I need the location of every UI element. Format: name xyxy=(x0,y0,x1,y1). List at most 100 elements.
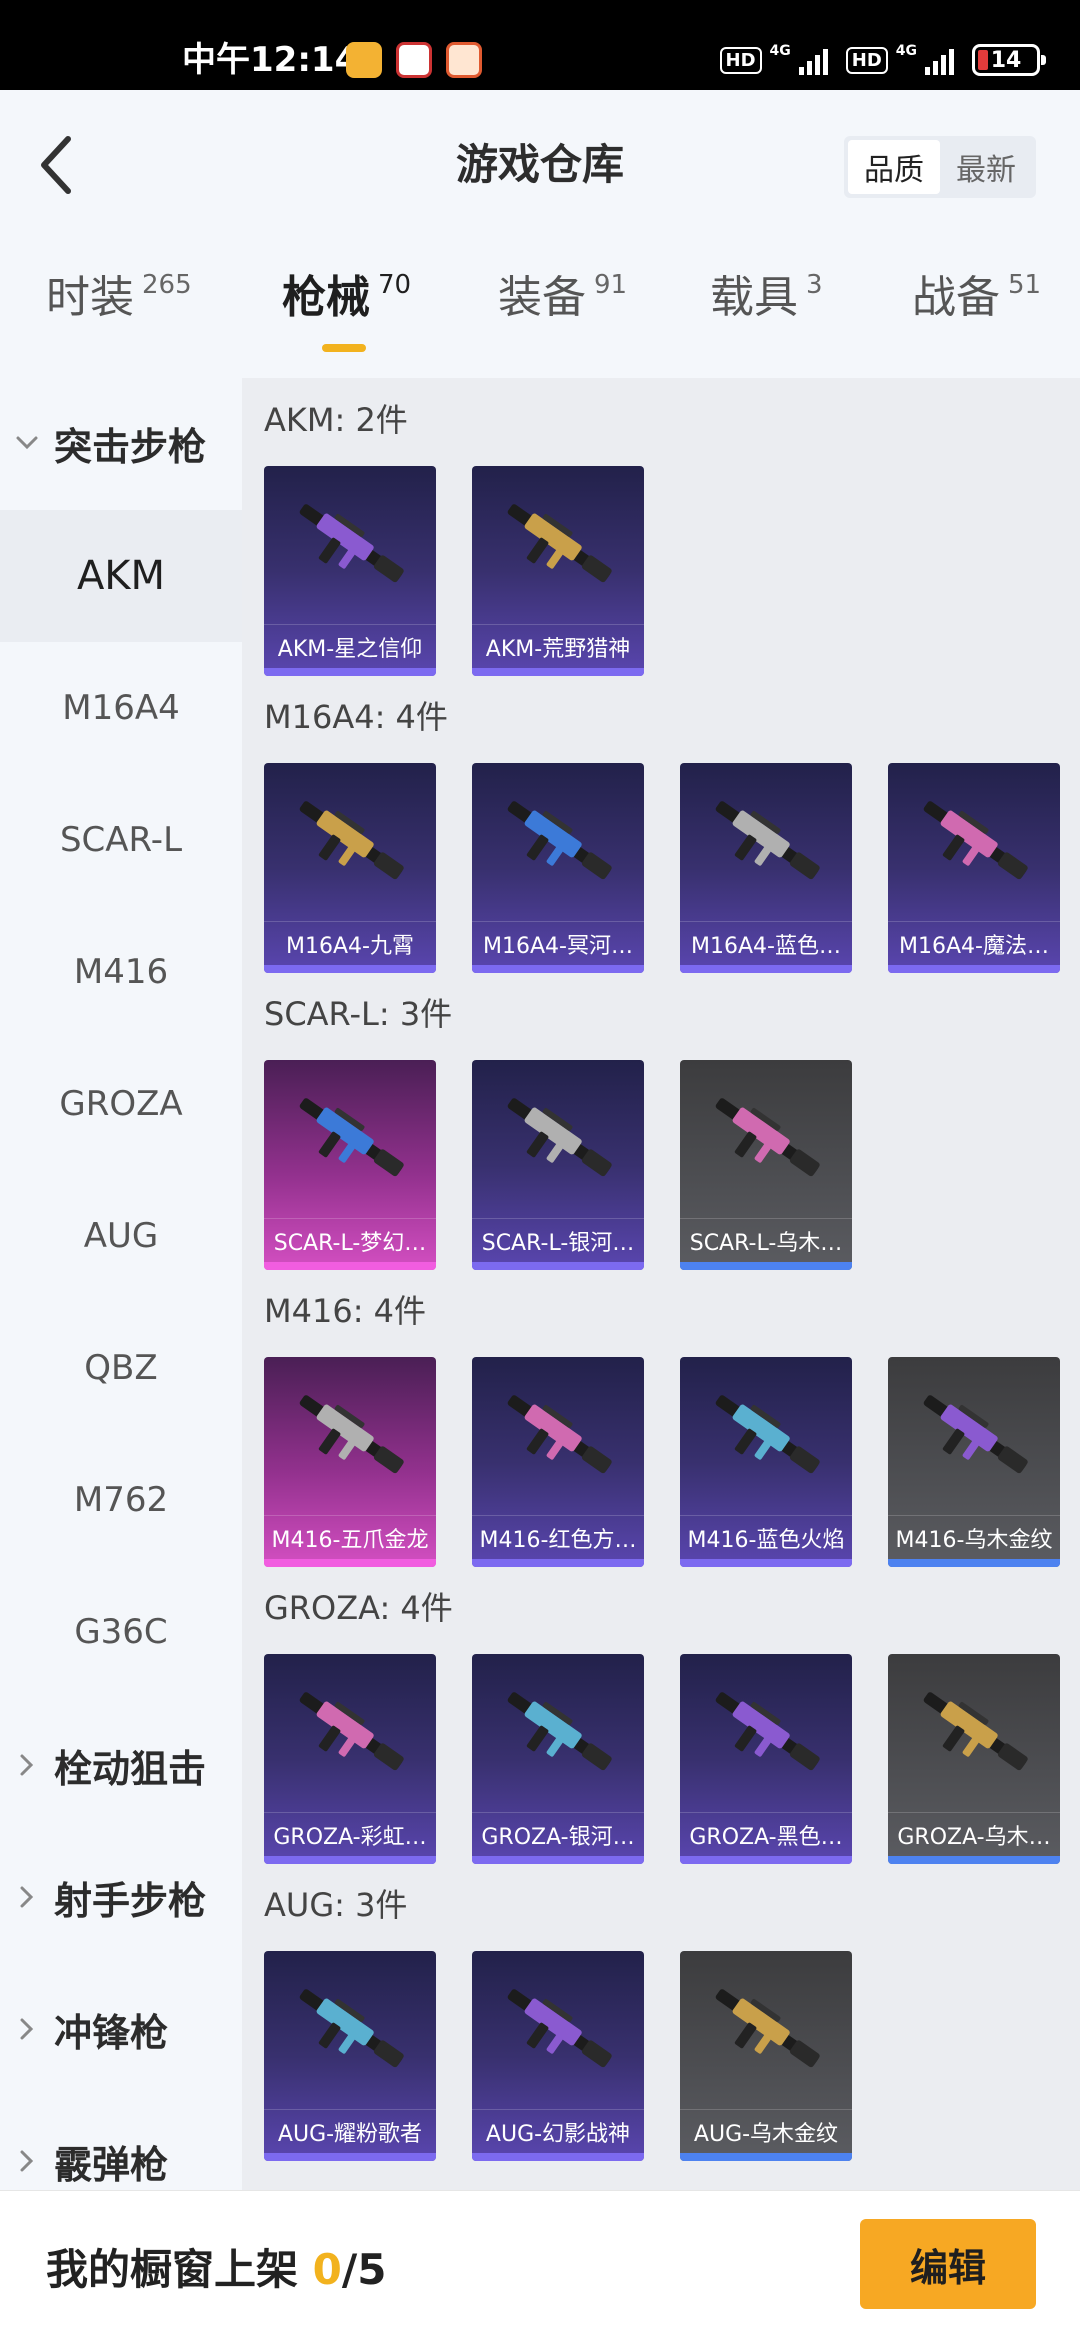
weapon-skin-card[interactable]: M416-蓝色火焰 xyxy=(680,1357,852,1567)
rarity-bar xyxy=(888,965,1060,973)
rarity-bar xyxy=(472,1856,644,1864)
sidebar-group-assault-rifle[interactable]: 突击步枪 xyxy=(0,378,242,508)
sidebar-item-g36c[interactable]: G36C xyxy=(0,1566,242,1698)
sidebar-group-bolt-sniper[interactable]: 栓动狙击 xyxy=(0,1700,242,1830)
weapon-skin-card[interactable]: GROZA-彩虹… xyxy=(264,1654,436,1864)
weapon-skin-name: AKM-星之信仰 xyxy=(277,637,423,662)
weapon-skin-name: SCAR-L-乌木… xyxy=(689,1231,843,1256)
weapon-skin-name: M416-乌木金纹 xyxy=(895,1528,1053,1553)
tab-count: 91 xyxy=(594,270,628,300)
sidebar-item-akm[interactable]: AKM xyxy=(0,510,242,642)
gun-icon xyxy=(715,1989,820,2068)
tab-fashion[interactable]: 时装 265 xyxy=(46,270,192,360)
tab-label: 载具 xyxy=(710,272,798,323)
tab-supplies[interactable]: 战备 51 xyxy=(912,270,1041,360)
sort-newest-button[interactable]: 最新 xyxy=(940,140,1032,194)
showcase-separator: / xyxy=(341,2245,358,2294)
sidebar-item-groza[interactable]: GROZA xyxy=(0,1038,242,1170)
showcase-bar: 我的橱窗上架 0/5 编辑 xyxy=(0,2190,1080,2340)
section-title: M416: 4件 xyxy=(264,1292,427,1330)
weapon-skin-card[interactable]: M16A4-冥河… xyxy=(472,763,644,973)
weapon-skin-card[interactable]: M16A4-蓝色… xyxy=(680,763,852,973)
rarity-bar xyxy=(264,668,436,676)
section-title: AKM: 2件 xyxy=(264,401,408,439)
tab-equipment[interactable]: 装备 91 xyxy=(498,270,627,360)
rarity-bar xyxy=(680,1559,852,1567)
weapon-skin-card[interactable]: AKM-荒野猎神 xyxy=(472,466,644,676)
weapon-skin-name: M16A4-冥河… xyxy=(483,934,633,959)
section-title: GROZA: 4件 xyxy=(264,1589,453,1627)
sidebar-item-aug[interactable]: AUG xyxy=(0,1170,242,1302)
weapon-skin-name: M16A4-魔法… xyxy=(899,934,1049,959)
gun-icon xyxy=(299,1098,404,1177)
gun-icon xyxy=(715,1692,820,1771)
hd-icon: HD xyxy=(719,46,762,74)
gun-icon xyxy=(507,1395,612,1474)
sidebar-group-marksman-rifle[interactable]: 射手步枪 xyxy=(0,1832,242,1962)
weapon-skin-name: AUG-耀粉歌者 xyxy=(277,2122,423,2147)
network-type: 4G xyxy=(769,43,791,59)
weapon-skin-card[interactable]: M416-红色方… xyxy=(472,1357,644,1567)
battery-level: 14 xyxy=(990,47,1022,73)
weapon-skin-card[interactable]: GROZA-黑色… xyxy=(680,1654,852,1864)
chevron-right-icon xyxy=(0,2017,54,2041)
weapon-skin-card[interactable]: SCAR-L-银河… xyxy=(472,1060,644,1270)
tab-label: 战备 xyxy=(912,272,1000,323)
weapon-skin-name: M16A4-九霄 xyxy=(286,934,414,959)
sidebar-group-label: 射手步枪 xyxy=(54,1878,207,1923)
showcase-label: 我的橱窗上架 0/5 xyxy=(46,2245,386,2295)
weapon-skin-card[interactable]: AKM-星之信仰 xyxy=(264,466,436,676)
weapon-category-sidebar: 突击步枪 AKM M16A4 SCAR-L M416 GROZA AUG QBZ… xyxy=(0,378,242,2190)
section-title: SCAR-L: 3件 xyxy=(264,995,453,1033)
rarity-bar xyxy=(264,1559,436,1567)
sidebar-item-m762[interactable]: M762 xyxy=(0,1434,242,1566)
sidebar-group-smg[interactable]: 冲锋枪 xyxy=(0,1964,242,2094)
weapon-skin-card[interactable]: SCAR-L-乌木… xyxy=(680,1060,852,1270)
header: 游戏仓库 品质 最新 xyxy=(0,90,1080,240)
showcase-current-count: 0 xyxy=(312,2245,342,2294)
sidebar-item-scar-l[interactable]: SCAR-L xyxy=(0,774,242,906)
chevron-right-icon xyxy=(0,1885,54,1909)
weapon-skin-card[interactable]: AUG-乌木金纹 xyxy=(680,1951,852,2161)
network-type: 4G xyxy=(895,43,917,59)
weapon-skin-card[interactable]: M416-五爪金龙 xyxy=(264,1357,436,1567)
rarity-bar xyxy=(888,1856,1060,1864)
tab-label: 枪械 xyxy=(282,272,370,323)
edit-button[interactable]: 编辑 xyxy=(860,2219,1036,2309)
weapon-skin-name: GROZA-银河… xyxy=(481,1825,635,1850)
weapon-skin-card[interactable]: AUG-耀粉歌者 xyxy=(264,1951,436,2161)
chevron-right-icon xyxy=(0,2149,54,2173)
sort-quality-button[interactable]: 品质 xyxy=(848,140,940,194)
weapon-skin-card[interactable]: M16A4-九霄 xyxy=(264,763,436,973)
chevron-down-icon xyxy=(0,435,54,451)
weapon-skin-card[interactable]: M416-乌木金纹 xyxy=(888,1357,1060,1567)
sidebar-item-m416[interactable]: M416 xyxy=(0,906,242,1038)
showcase-total-count: 5 xyxy=(357,2245,387,2294)
gun-icon xyxy=(715,801,820,880)
sidebar-item-qbz[interactable]: QBZ xyxy=(0,1302,242,1434)
app-notification-icon xyxy=(346,42,382,78)
weapon-skin-card[interactable]: AUG-幻影战神 xyxy=(472,1951,644,2161)
weapon-skin-card[interactable]: GROZA-乌木… xyxy=(888,1654,1060,1864)
weapon-skin-name: GROZA-乌木… xyxy=(897,1825,1051,1850)
weapon-skin-card[interactable]: SCAR-L-梦幻… xyxy=(264,1060,436,1270)
tab-count: 51 xyxy=(1008,270,1042,300)
gun-icon xyxy=(299,801,404,880)
weapon-skin-card[interactable]: GROZA-银河… xyxy=(472,1654,644,1864)
tab-vehicles[interactable]: 载具 3 xyxy=(710,270,823,360)
tab-count: 265 xyxy=(142,270,192,300)
tab-label: 装备 xyxy=(498,272,586,323)
tab-label: 时装 xyxy=(46,272,134,323)
signal-icon xyxy=(925,45,954,75)
sidebar-item-m16a4[interactable]: M16A4 xyxy=(0,642,242,774)
gun-icon xyxy=(715,1098,820,1177)
gun-icon xyxy=(923,1692,1028,1771)
weapon-skin-card[interactable]: M16A4-魔法… xyxy=(888,763,1060,973)
weapon-skin-grid: AKM: 2件 AKM-星之信仰 AKM-荒野猎神 M16A4: 4件 M16A4-九霄… xyxy=(242,378,1080,2190)
sidebar-group-label: 栓动狙击 xyxy=(54,1746,207,1791)
weapon-skin-name: AUG-乌木金纹 xyxy=(693,2122,839,2147)
weapon-skin-name: M16A4-蓝色… xyxy=(691,934,841,959)
gun-icon xyxy=(715,1395,820,1474)
gun-icon xyxy=(507,801,612,880)
status-bar: 中午12:14 HD 4G HD 4G 14 xyxy=(0,0,1080,90)
